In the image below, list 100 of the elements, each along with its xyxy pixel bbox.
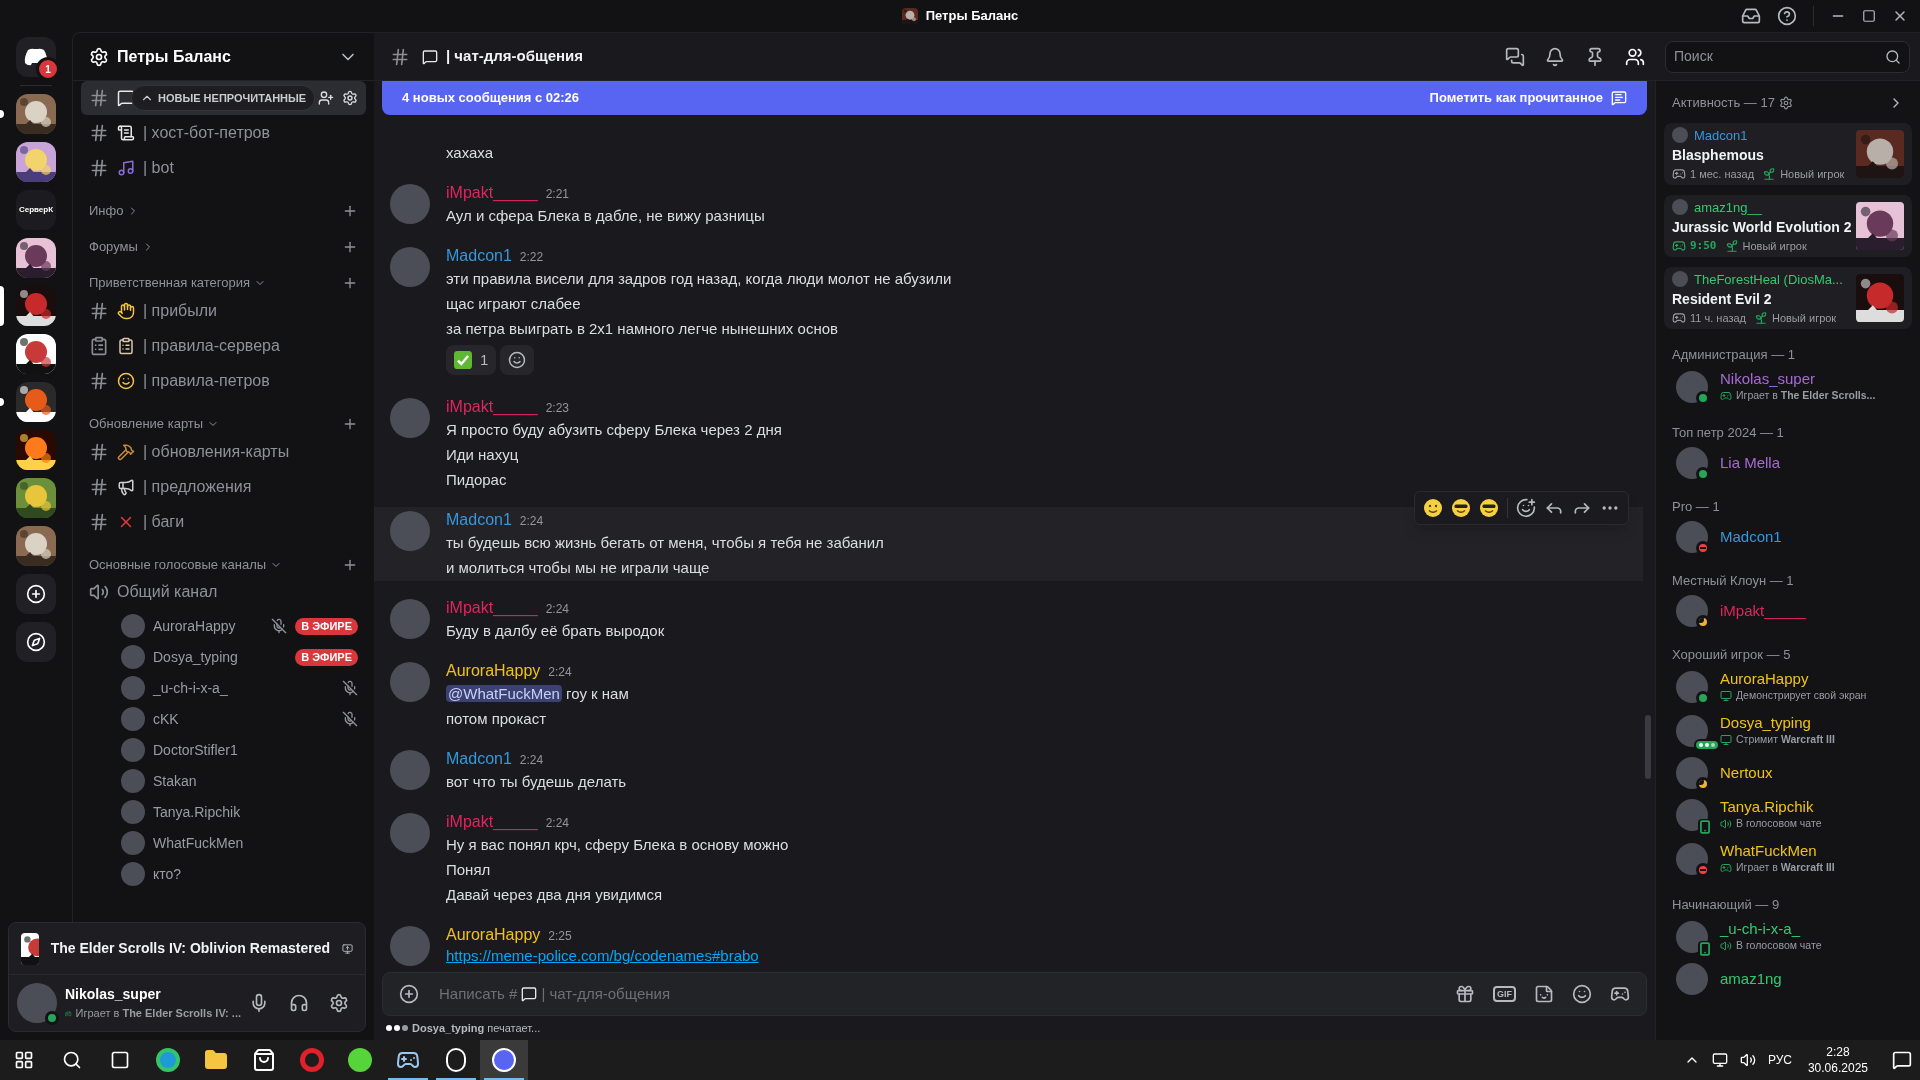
player-tag: Новый игрок [1780, 166, 1845, 183]
reaction-button[interactable]: 1 [446, 345, 497, 375]
category-header[interactable]: Форумы [73, 236, 374, 258]
category-header[interactable]: Обновление карты [73, 413, 374, 435]
message-text: Пидорас [446, 470, 508, 490]
author-name[interactable]: iMpakt_____ [446, 395, 538, 419]
user-name: Nikolas_super [65, 985, 162, 1005]
voice-user[interactable]: Stakan [113, 768, 358, 794]
author-name[interactable]: iMpakt_____ [446, 181, 538, 205]
category-name: Основные голосовые каналы [89, 556, 267, 575]
user-name: amaz1ng__ [1694, 198, 1762, 217]
message-text: щас играют слабее [446, 294, 582, 314]
activity-card[interactable]: Madcon1 Blasphemous 1 мес. назад Новый игрок [1664, 123, 1912, 185]
author-name[interactable]: Madcon1 [446, 747, 512, 771]
message-text: Давай через два дня увидимся [446, 885, 664, 905]
member-item[interactable]: Nertoux [1664, 755, 1912, 791]
user-name: Tanya.Ripchik [153, 802, 241, 822]
member-name: amaz1ng [1720, 970, 1782, 988]
activity-card[interactable]: TheForestHeal (DiosMa... Resident Evil 2 11 ч. назад Новый игрок [1664, 267, 1912, 329]
home-button[interactable]: 1 [16, 37, 56, 77]
play-time: 9:50 [1690, 238, 1717, 254]
new-unread-pill[interactable]: НОВЫЕ НЕПРОЧИТАННЫЕ [131, 85, 316, 111]
voice-channel[interactable]: Общий канал [81, 576, 366, 608]
category-name: Приветственная категория [89, 274, 251, 293]
message-text: Я просто буду абузить сферу Блека через 2 дня [446, 420, 782, 440]
message-link[interactable]: https://meme-police.com/bg/codenames#brabo [446, 945, 759, 967]
game-activity-panel[interactable]: The Elder Scrolls IV: Oblivion Remastered [9, 923, 365, 975]
channel-item[interactable]: НОВЫЕ НЕПРОЧИТАННЫЕ [81, 81, 366, 115]
channel-title: | чат-для-общения [446, 46, 583, 67]
search-field[interactable]: Поиск [1665, 40, 1910, 73]
timestamp: 2:24 [519, 752, 544, 769]
channel-name: | хост-бот-петров [143, 123, 270, 143]
message-text: вот что ты будешь делать [446, 772, 627, 792]
game-title: Resident Evil 2 [1672, 290, 1773, 309]
author-name[interactable]: iMpakt_____ [446, 596, 538, 620]
author-name[interactable]: Madcon1 [446, 508, 512, 532]
channel-item[interactable]: | прибыли [81, 294, 366, 328]
member-item[interactable]: amaz1ng [1664, 961, 1912, 997]
timestamp: 2:24 [519, 513, 544, 530]
author-name[interactable]: AuroraHappy [446, 659, 541, 683]
member-item[interactable]: Dosya_typing Стримит Warcraft III [1664, 711, 1912, 751]
category-name: Обновление карты [89, 415, 204, 434]
clock[interactable]: 2:28 30.06.2025 [1803, 1044, 1872, 1076]
member-activity: Играет в Warcraft III [1736, 860, 1835, 876]
language-indicator[interactable]: РУС [1767, 1051, 1792, 1069]
member-item[interactable]: Madcon1 [1664, 519, 1912, 555]
message-text: Буду в далбу её брать выродок [446, 621, 665, 641]
voice-user[interactable]: WhatFuckMen [113, 830, 358, 856]
member-item[interactable]: iMpakt_____ [1664, 593, 1912, 629]
user-mention[interactable]: @WhatFuckMen [446, 685, 562, 702]
channel-item[interactable]: | правила-сервера [81, 329, 366, 363]
member-item[interactable]: WhatFuckMen Играет в Warcraft III [1664, 839, 1912, 879]
role-header: Администрация — 1 [1671, 346, 1796, 363]
mark-as-read-button[interactable]: Пометить как прочитанное [1429, 88, 1627, 108]
voice-user[interactable]: Tanya.Ripchik [113, 799, 358, 825]
role-header: Pro — 1 [1671, 498, 1721, 515]
message-text: за петра выиграть в 2х1 намного легче нынешних основ [446, 319, 839, 339]
player-tag: Новый игрок [1742, 238, 1807, 255]
author-name[interactable]: AuroraHappy [446, 923, 541, 947]
member-name: WhatFuckMen [1720, 842, 1818, 861]
timestamp: 2:22 [519, 249, 544, 266]
voice-user[interactable]: cKK [113, 706, 358, 732]
new-messages-banner[interactable]: 4 новых сообщения с 02:26 Пометить как прочитанное [382, 81, 1647, 115]
voice-user[interactable]: Dosya_typing В ЭФИРЕ [113, 644, 358, 670]
timestamp: 2:24 [548, 664, 572, 681]
category-header[interactable]: Приветственная категория [73, 272, 374, 294]
user-name: DoctorStifler1 [153, 740, 238, 760]
channel-item[interactable]: | предложения [81, 470, 366, 504]
voice-user[interactable]: AuroraHappy В ЭФИРЕ [113, 613, 358, 639]
notification-badge: 1 [36, 57, 60, 81]
member-name: Tanya.Ripchik [1720, 798, 1815, 817]
player-tag: Новый игрок [1771, 310, 1837, 327]
member-item[interactable]: Tanya.Ripchik В голосовом чате [1664, 795, 1912, 835]
member-activity: В голосовом чате [1736, 816, 1822, 832]
member-item[interactable]: _u-ch-i-x-a_ В голосовом чате [1664, 917, 1912, 957]
member-item[interactable]: AuroraHappy Демонстрирует свой экран [1664, 667, 1912, 707]
channel-item[interactable]: | баги [81, 505, 366, 539]
channel-item[interactable]: | bot [81, 151, 366, 185]
member-name: _u-ch-i-x-a_ [1720, 920, 1802, 939]
gif-button[interactable]: GIF [1493, 986, 1516, 1002]
typing-indicator: Dosya_typing печатает... [412, 1020, 541, 1036]
server-icon[interactable]: СерверК [16, 190, 56, 230]
role-header: Топ петр 2024 — 1 [1671, 424, 1785, 441]
member-name: Dosya_typing [1720, 714, 1812, 733]
member-name: AuroraHappy [1720, 670, 1810, 689]
author-name[interactable]: Madcon1 [446, 244, 512, 268]
category-header[interactable]: Основные голосовые каналы [73, 554, 374, 576]
member-item[interactable]: Lia Mella [1664, 445, 1912, 481]
channel-item[interactable]: | хост-бот-петров [81, 116, 366, 150]
role-header: Местный Клоун — 1 [1671, 572, 1795, 589]
voice-user[interactable]: DoctorStifler1 [113, 737, 358, 763]
voice-user[interactable]: _u-ch-i-x-a_ [113, 675, 358, 701]
voice-user[interactable]: кто? [113, 861, 358, 887]
message-input[interactable]: Написать # | чат-для-общения GIF [382, 972, 1647, 1016]
member-item[interactable]: Nikolas_super Играет в The Elder Scrolls... [1664, 367, 1912, 407]
channel-item[interactable]: | правила-петров [81, 364, 366, 398]
category-header[interactable]: Инфо [73, 200, 374, 222]
author-name[interactable]: iMpakt_____ [446, 810, 538, 834]
channel-item[interactable]: | обновления-карты [81, 435, 366, 469]
activity-card[interactable]: amaz1ng__ Jurassic World Evolution 2 9:50 Новый игрок [1664, 195, 1912, 257]
